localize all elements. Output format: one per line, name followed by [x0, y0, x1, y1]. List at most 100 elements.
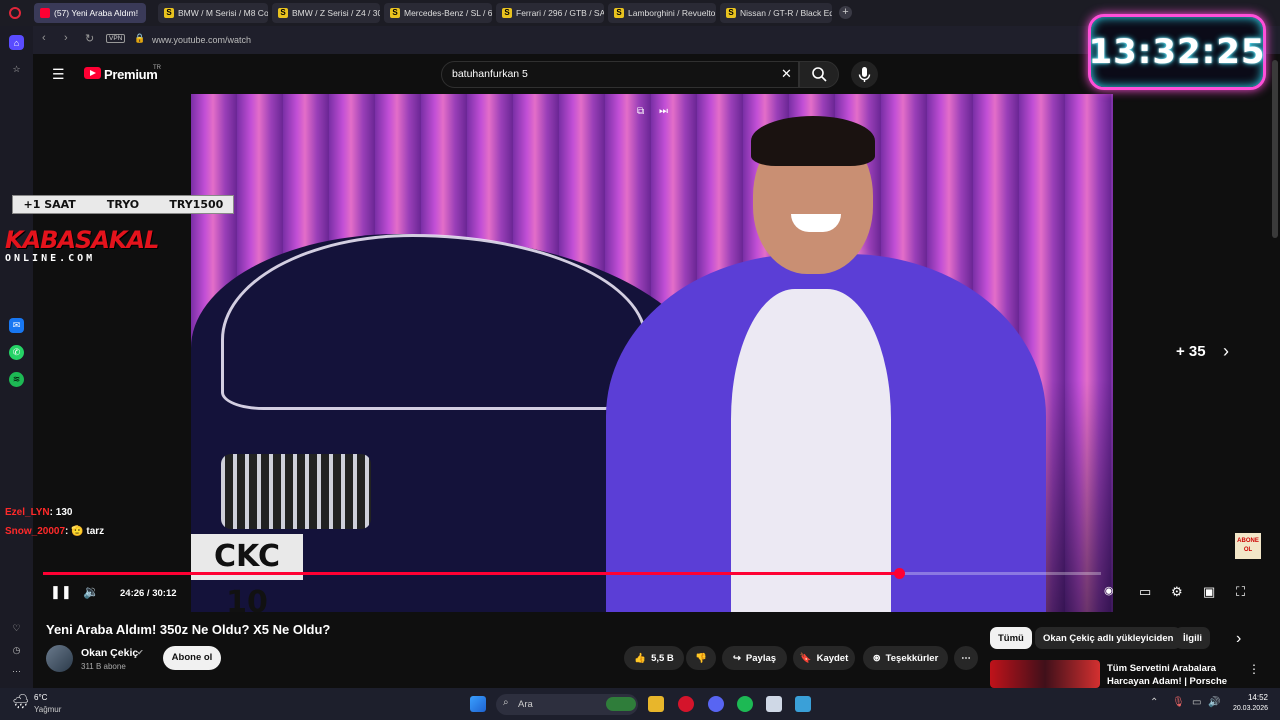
discord-icon[interactable]: [708, 696, 724, 712]
skip-icon[interactable]: ⏭: [659, 106, 671, 118]
s-icon: S: [614, 8, 624, 18]
brand-logo-text: KABASAKAL: [5, 226, 159, 254]
time-display: 24:26 / 30:12: [120, 588, 177, 599]
star-icon[interactable]: ☆: [9, 62, 24, 77]
chip-all[interactable]: Tümü: [990, 627, 1032, 649]
browser-tab[interactable]: (57) Yeni Araba Aldım!: [34, 3, 146, 23]
progress-fill: [43, 572, 899, 575]
chip-related[interactable]: İlgili: [1175, 627, 1210, 649]
channel-name[interactable]: Okan Çekiç: [81, 647, 138, 659]
save-button[interactable]: 🔖 Kaydet: [793, 646, 855, 670]
speaker-icon[interactable]: 🔊: [1208, 697, 1220, 708]
browser-tab[interactable]: S BMW / Z Serisi / Z4 / 30i: [272, 3, 380, 23]
network-icon[interactable]: ▭: [1192, 697, 1201, 708]
volume-icon[interactable]: 🔉: [83, 584, 99, 600]
s-icon: S: [278, 8, 288, 18]
chips-next-icon[interactable]: ›: [1236, 630, 1241, 648]
more-videos-count[interactable]: + 35: [1176, 343, 1206, 360]
browser-tab[interactable]: S Mercedes-Benz / SL / 63 A: [384, 3, 492, 23]
menu-icon[interactable]: ☰: [52, 66, 65, 83]
search-icon: ⌕: [503, 697, 509, 708]
settings-gear-icon[interactable]: ⚙: [1171, 584, 1183, 600]
whatsapp-icon[interactable]: ✆: [9, 345, 24, 360]
heart-icon[interactable]: ♡: [9, 621, 24, 636]
search-button[interactable]: [799, 61, 839, 88]
forward-icon[interactable]: ›: [64, 32, 68, 44]
share-button[interactable]: ↪ Paylaş: [722, 646, 787, 670]
pause-icon[interactable]: ❚❚: [50, 584, 72, 600]
tray-chevron-icon[interactable]: ⌃: [1150, 697, 1158, 708]
clear-search-icon[interactable]: ✕: [781, 66, 792, 82]
browser-tab[interactable]: S BMW / M Serisi / M8 Cou: [158, 3, 268, 23]
recommendation-thumbnail[interactable]: [990, 660, 1100, 688]
spotify-icon[interactable]: ≋: [9, 372, 24, 387]
thanks-button[interactable]: ⊛ Teşekkürler: [863, 646, 948, 670]
recommendation-menu-icon[interactable]: ⋮: [1248, 662, 1260, 676]
bookmark-icon: 🔖: [799, 652, 812, 664]
game-icon[interactable]: [606, 697, 636, 711]
voice-search-button[interactable]: [851, 61, 878, 88]
taskbar-date: 20.03.2026: [1232, 705, 1268, 712]
subscribe-badge: ABONE OL: [1235, 533, 1261, 559]
s-icon: S: [502, 8, 512, 18]
back-icon[interactable]: ‹: [42, 32, 46, 44]
s-icon: S: [164, 8, 174, 18]
lock-icon: 🔒: [134, 33, 146, 43]
history-icon[interactable]: ◷: [9, 643, 24, 658]
browser-tab[interactable]: S Lamborghini / Revuelto /: [608, 3, 716, 23]
search-icon: [812, 67, 827, 82]
folder-icon[interactable]: [648, 696, 664, 712]
chevron-right-icon[interactable]: ›: [1223, 341, 1229, 362]
vpn-badge[interactable]: VPN: [106, 34, 126, 43]
browser-tab[interactable]: S Ferrari / 296 / GTB / SANT: [496, 3, 604, 23]
opera-logo-icon[interactable]: [9, 7, 21, 19]
more-icon[interactable]: ⋯: [9, 664, 24, 679]
fullscreen-icon[interactable]: ⛶: [1236, 584, 1245, 600]
chat-message: Snow_20007: 🫡 tarz: [5, 526, 105, 537]
channel-avatar[interactable]: [46, 645, 73, 672]
url-field[interactable]: www.youtube.com/watch: [152, 35, 251, 45]
miniplayer-icon[interactable]: ⧉: [637, 106, 649, 118]
messenger-icon[interactable]: ✉: [9, 318, 24, 333]
person-hair: [751, 116, 875, 166]
youtube-premium-logo[interactable]: Premium: [104, 67, 158, 82]
new-tab-button[interactable]: +: [839, 6, 852, 19]
dislike-button[interactable]: 👎: [686, 646, 716, 670]
windows-start-icon[interactable]: [470, 696, 486, 712]
s-icon: S: [726, 8, 736, 18]
browser-tab[interactable]: S Nissan / GT-R / Black Editi: [720, 3, 832, 23]
theater-mode-icon[interactable]: ▣: [1203, 584, 1215, 600]
scrollbar[interactable]: [1272, 60, 1278, 238]
home-icon[interactable]: ⌂: [9, 35, 24, 50]
car-outline-glow: [221, 234, 647, 410]
taskbar-time: 14:52: [1247, 693, 1268, 702]
weather-icon[interactable]: 🌧: [12, 693, 30, 710]
microphone-icon: [858, 67, 871, 82]
opera-icon[interactable]: [678, 696, 694, 712]
person-shirt: [731, 289, 891, 612]
reload-icon[interactable]: ↻: [85, 32, 94, 45]
subscriber-count: 311 B abone: [81, 662, 126, 671]
verified-check-icon: ✔: [137, 648, 144, 657]
subscribe-button[interactable]: Abone ol: [163, 646, 221, 670]
mic-tray-icon[interactable]: 🎙: [1172, 697, 1185, 708]
brand-logo-subtext: ONLINE.COM: [5, 253, 96, 264]
autoplay-toggle-icon[interactable]: ◉: [1104, 584, 1114, 597]
photos-icon[interactable]: [795, 696, 811, 712]
captions-icon[interactable]: ▭: [1139, 584, 1151, 600]
region-label: TR: [153, 65, 161, 71]
like-button[interactable]: 👍 5,5 B: [624, 646, 684, 670]
spotify-icon[interactable]: [737, 696, 753, 712]
s-icon: S: [390, 8, 400, 18]
donation-banner: +1 SAAT TRYO TRY1500: [12, 195, 234, 214]
more-actions-button[interactable]: ⋯: [954, 646, 978, 670]
video-player[interactable]: CKC 10 ⧉ ⏭: [191, 94, 1113, 612]
search-input[interactable]: batuhanfurkan 5: [441, 61, 799, 88]
share-icon: ↪: [732, 652, 741, 664]
play-triangle-icon: [90, 70, 96, 76]
chip-uploader[interactable]: Okan Çekiç adlı yükleyiciden: [1035, 627, 1182, 649]
progress-scrubber[interactable]: [894, 568, 905, 579]
app-icon[interactable]: [766, 696, 782, 712]
windows-taskbar: [0, 688, 1280, 720]
video-title: Yeni Araba Aldım! 350z Ne Oldu? X5 Ne Ol…: [46, 622, 331, 637]
